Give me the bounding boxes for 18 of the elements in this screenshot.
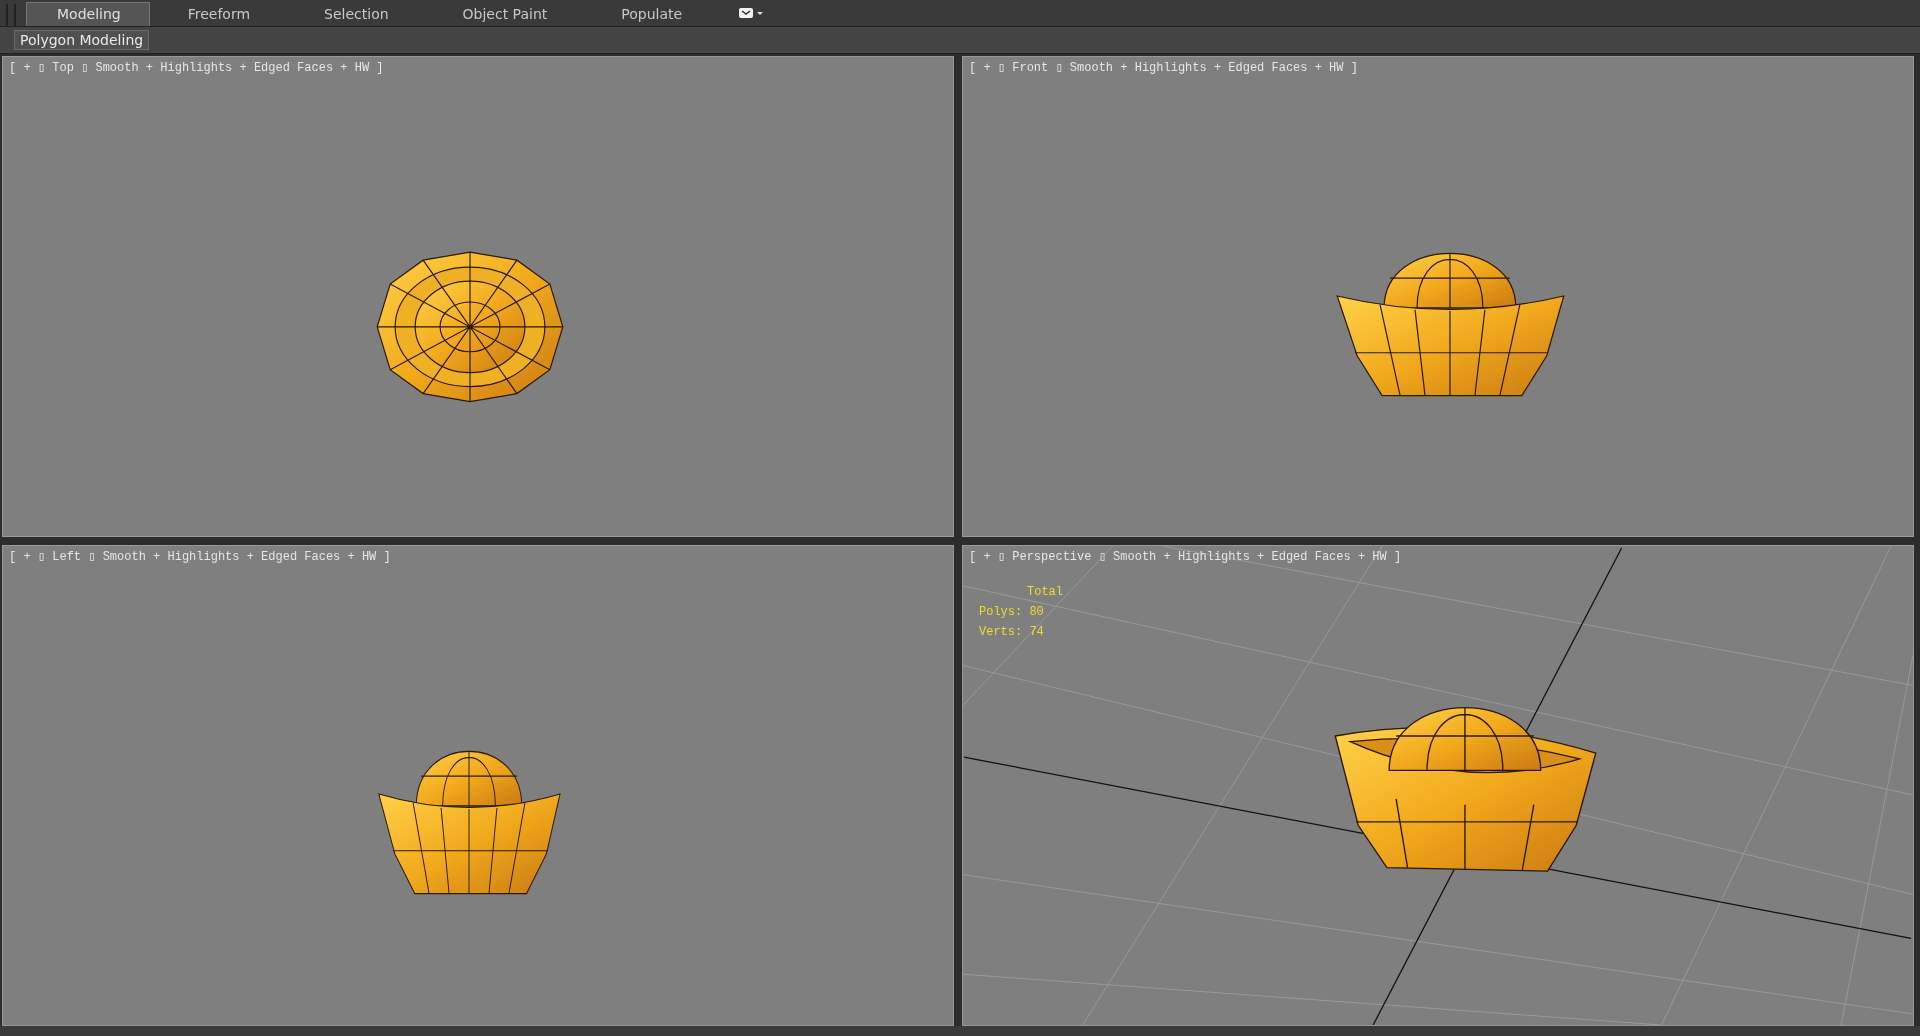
stats-line: Polys: 80	[979, 604, 1045, 621]
ribbon-tab[interactable]: Populate	[603, 3, 701, 26]
dropdown-icon[interactable]	[738, 7, 765, 19]
viewport-label[interactable]: [ + ▯ Top ▯ Smooth + Highlights + Edged Faces + HW ]	[9, 60, 384, 75]
stats-title: Total	[1026, 584, 1063, 601]
viewport[interactable]: [ + ▯ Front ▯ Smooth + Highlights + Edged Faces + HW ]	[962, 56, 1914, 537]
viewport[interactable]: [ + ▯ Perspective ▯ Smooth + Highlights + Edged Faces + HW ] Total Polys: 80 Verts: 74	[962, 545, 1914, 1026]
viewport[interactable]: [ + ▯ Top ▯ Smooth + Highlights + Edged Faces + HW ]	[2, 56, 954, 537]
ribbon-tab[interactable]: Modeling	[26, 2, 150, 26]
viewport-label[interactable]: [ + ▯ Left ▯ Smooth + Highlights + Edged Faces + HW ]	[9, 549, 391, 564]
viewport-label[interactable]: [ + ▯ Perspective ▯ Smooth + Highlights + Edged Faces + HW ]	[969, 549, 1402, 564]
panel-tab[interactable]: Polygon Modeling	[14, 30, 150, 50]
ribbon-tab[interactable]: Object Paint	[444, 3, 566, 26]
viewport[interactable]: [ + ▯ Left ▯ Smooth + Highlights + Edged Faces + HW ]	[2, 545, 954, 1026]
stats-line: Verts: 74	[979, 624, 1045, 641]
ribbon-tab[interactable]: Selection	[306, 3, 407, 26]
viewport-label[interactable]: [ + ▯ Front ▯ Smooth + Highlights + Edged Faces + HW ]	[969, 60, 1358, 75]
ribbon-tab[interactable]: Freeform	[169, 3, 269, 26]
